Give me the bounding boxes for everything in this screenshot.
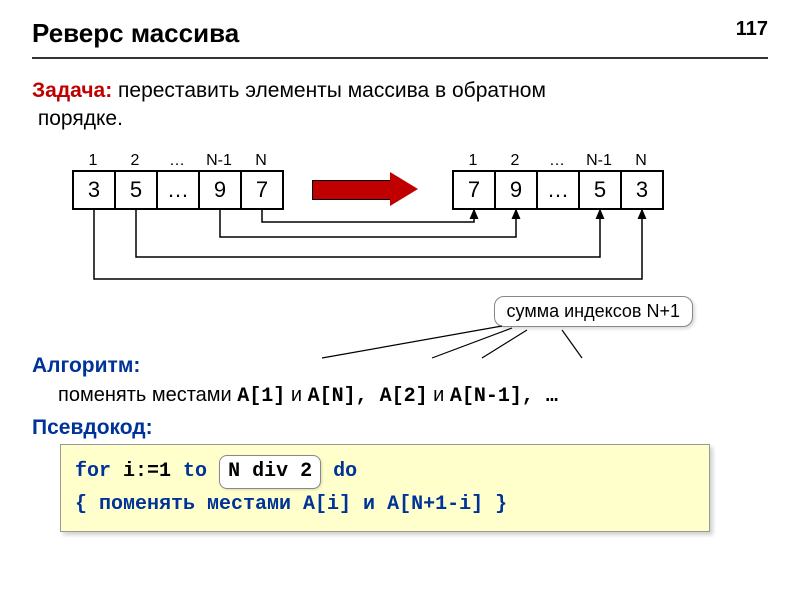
arrays-diagram: 1 2 … N-1 N 3 5 … 9 7 1 2 … N-1 xyxy=(32,152,768,302)
task-label: Задача: xyxy=(32,79,112,102)
right-array-cells: 7 9 … 5 3 xyxy=(452,170,664,210)
code-brace-open: { xyxy=(75,493,99,516)
code-box: for i:=1 to N div 2 do { поменять местам… xyxy=(60,444,710,532)
page-number: 117 xyxy=(736,18,768,41)
code-brace-close: } xyxy=(483,493,507,516)
transform-arrow-icon xyxy=(312,174,422,204)
callout-row: сумма индексов N+1 xyxy=(32,302,768,350)
left-array-cells: 3 5 … 9 7 xyxy=(72,170,284,210)
code-to-keyword: to xyxy=(183,460,207,483)
code-for-keyword: for xyxy=(75,460,111,483)
slide-title: Реверс массива xyxy=(32,18,768,49)
code-body: поменять местами A[i] и A[N+1-i] xyxy=(99,493,483,516)
task-text1: переставить элементы массива в обратном xyxy=(112,79,546,102)
code-i-init: i:=1 xyxy=(111,460,183,483)
right-array-headers: 1 2 … N-1 N xyxy=(452,152,664,170)
swap-instruction: поменять местами A[1] и A[N], A[2] и A[N… xyxy=(58,384,768,408)
code-do-keyword: do xyxy=(321,460,357,483)
pseudocode-label: Псевдокод: xyxy=(32,416,768,440)
title-divider xyxy=(32,57,768,59)
task-text2: порядке. xyxy=(38,107,123,130)
right-array: 1 2 … N-1 N 7 9 … 5 3 xyxy=(452,152,664,210)
swap-arrows-icon xyxy=(62,207,692,292)
left-array: 1 2 … N-1 N 3 5 … 9 7 xyxy=(72,152,284,210)
left-array-headers: 1 2 … N-1 N xyxy=(72,152,284,170)
code-limit-callout: N div 2 xyxy=(219,455,321,489)
callout-pointer-icon xyxy=(282,320,632,360)
task-block: Задача: переставить элементы массива в о… xyxy=(32,77,768,134)
